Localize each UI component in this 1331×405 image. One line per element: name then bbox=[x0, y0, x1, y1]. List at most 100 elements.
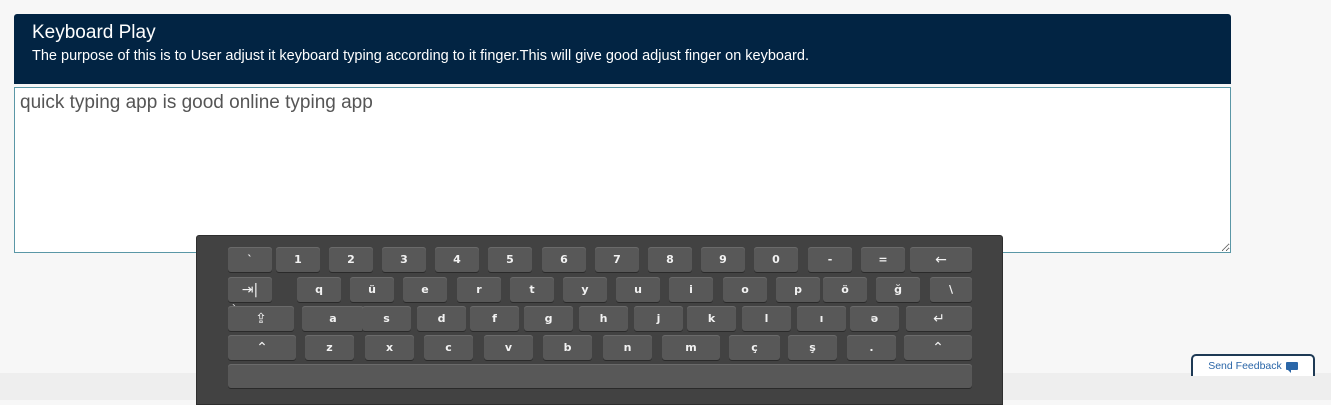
key-q[interactable]: q bbox=[297, 277, 341, 302]
key-a[interactable]: a bbox=[302, 306, 364, 331]
key-9[interactable]: 9 bbox=[701, 247, 745, 272]
key-h[interactable]: h bbox=[579, 306, 628, 331]
key-label: ı bbox=[819, 312, 824, 325]
enter-key[interactable]: ↵ bbox=[906, 306, 972, 331]
enter-icon: ↵ bbox=[933, 310, 945, 327]
key-t[interactable]: t bbox=[510, 277, 554, 302]
key-x[interactable]: x bbox=[365, 335, 414, 360]
key-label: ç bbox=[751, 341, 758, 354]
key-label: . bbox=[869, 341, 874, 354]
caps-lock-key[interactable]: ` ⇪ bbox=[228, 304, 294, 331]
key-d[interactable]: d bbox=[417, 306, 466, 331]
header-panel: Keyboard Play The purpose of this is to … bbox=[14, 14, 1231, 84]
key-label: d bbox=[437, 312, 446, 325]
key-f[interactable]: f bbox=[470, 306, 519, 331]
key-label: l bbox=[764, 312, 769, 325]
key-g[interactable]: g bbox=[524, 306, 573, 331]
key-r[interactable]: r bbox=[457, 277, 501, 302]
key-m[interactable]: m bbox=[662, 335, 720, 360]
key-label: e bbox=[421, 283, 429, 296]
caps-tick: ` bbox=[232, 304, 237, 315]
key-6[interactable]: 6 bbox=[542, 247, 586, 272]
key-u-umlaut[interactable]: ü bbox=[350, 277, 394, 302]
key-label: f bbox=[492, 312, 497, 325]
key-schwa[interactable]: ə bbox=[850, 306, 899, 331]
key-3[interactable]: 3 bbox=[382, 247, 426, 272]
key-label: ü bbox=[368, 283, 376, 296]
key-equals[interactable]: = bbox=[861, 247, 905, 272]
key-u[interactable]: u bbox=[616, 277, 660, 302]
key-label: v bbox=[504, 341, 513, 354]
key-label: 0 bbox=[772, 253, 780, 266]
key-backslash[interactable]: \ bbox=[930, 277, 972, 302]
key-s-cedilla[interactable]: ş bbox=[788, 335, 837, 360]
key-label: g bbox=[544, 312, 553, 325]
key-label: 5 bbox=[506, 253, 514, 266]
key-label: j bbox=[656, 312, 661, 325]
key-1[interactable]: 1 bbox=[276, 247, 320, 272]
key-label: 2 bbox=[347, 253, 355, 266]
key-o-umlaut[interactable]: ö bbox=[823, 277, 867, 302]
key-label: 8 bbox=[666, 253, 674, 266]
key-label: c bbox=[445, 341, 452, 354]
page-description: The purpose of this is to User adjust it… bbox=[32, 48, 809, 64]
key-label: ğ bbox=[894, 283, 902, 296]
backspace-key[interactable]: ← bbox=[910, 247, 972, 272]
key-c-cedilla[interactable]: ç bbox=[729, 335, 780, 360]
key-2[interactable]: 2 bbox=[329, 247, 373, 272]
key-p[interactable]: p bbox=[776, 277, 820, 302]
key-minus[interactable]: - bbox=[808, 247, 852, 272]
key-period[interactable]: . bbox=[847, 335, 896, 360]
key-label: 1 bbox=[294, 253, 302, 266]
shift-icon: ⌃ bbox=[256, 339, 268, 356]
key-label: 7 bbox=[613, 253, 621, 266]
space-bar[interactable] bbox=[228, 364, 972, 388]
chat-bubble-icon bbox=[1285, 362, 1298, 373]
key-5[interactable]: 5 bbox=[488, 247, 532, 272]
key-label: b bbox=[563, 341, 572, 354]
tab-key[interactable]: ⇥| bbox=[228, 277, 272, 302]
key-label: o bbox=[741, 283, 749, 296]
key-label: p bbox=[794, 283, 802, 296]
backspace-icon: ← bbox=[935, 251, 947, 268]
key-n[interactable]: n bbox=[603, 335, 652, 360]
key-label: h bbox=[599, 312, 608, 325]
key-o[interactable]: o bbox=[723, 277, 767, 302]
send-feedback-button[interactable]: Send Feedback bbox=[1191, 354, 1315, 376]
key-4[interactable]: 4 bbox=[435, 247, 479, 272]
key-label: - bbox=[827, 253, 833, 266]
key-v[interactable]: v bbox=[484, 335, 533, 360]
key-label: a bbox=[329, 312, 337, 325]
right-shift-key[interactable]: ⌃ bbox=[904, 335, 972, 360]
key-label: r bbox=[476, 283, 482, 296]
key-y[interactable]: y bbox=[563, 277, 607, 302]
key-label: 3 bbox=[400, 253, 408, 266]
typing-textarea[interactable] bbox=[14, 87, 1231, 253]
key-b[interactable]: b bbox=[543, 335, 592, 360]
key-backtick[interactable]: ` bbox=[228, 247, 272, 272]
key-l[interactable]: l bbox=[742, 306, 791, 331]
key-j[interactable]: j bbox=[634, 306, 683, 331]
key-8[interactable]: 8 bbox=[648, 247, 692, 272]
key-g-breve[interactable]: ğ bbox=[876, 277, 920, 302]
key-c[interactable]: c bbox=[424, 335, 473, 360]
virtual-keyboard: ` 1 2 3 4 5 6 7 8 9 0 - = ← ⇥| q ü e r t… bbox=[196, 235, 1003, 405]
key-dotless-i[interactable]: ı bbox=[797, 306, 846, 331]
key-s[interactable]: s bbox=[362, 306, 411, 331]
key-z[interactable]: z bbox=[305, 335, 354, 360]
key-0[interactable]: 0 bbox=[754, 247, 798, 272]
left-shift-key[interactable]: ⌃ bbox=[228, 335, 296, 360]
key-7[interactable]: 7 bbox=[595, 247, 639, 272]
shift-icon: ⌃ bbox=[932, 339, 944, 356]
key-i[interactable]: i bbox=[669, 277, 713, 302]
key-label: \ bbox=[948, 283, 954, 296]
feedback-label: Send Feedback bbox=[1208, 360, 1282, 372]
key-e[interactable]: e bbox=[403, 277, 447, 302]
key-label: x bbox=[385, 341, 394, 354]
key-label: ö bbox=[841, 283, 849, 296]
key-label: 9 bbox=[719, 253, 727, 266]
key-label: z bbox=[326, 341, 333, 354]
key-label: m bbox=[685, 341, 697, 354]
key-label: s bbox=[383, 312, 390, 325]
key-k[interactable]: k bbox=[687, 306, 736, 331]
